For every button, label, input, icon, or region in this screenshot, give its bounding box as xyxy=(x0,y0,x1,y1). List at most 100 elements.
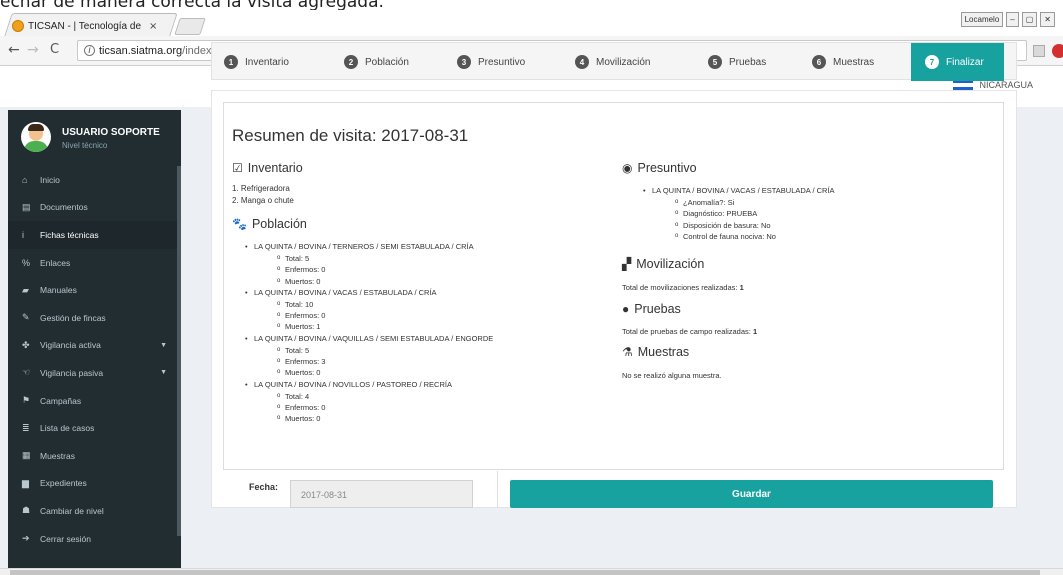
info-icon: i xyxy=(22,229,24,240)
sidebar-item-fichas-técnicas[interactable]: i Fichas técnicas xyxy=(8,221,181,249)
presuntivo-heading: ◉ Presuntivo xyxy=(622,161,697,175)
sidebar-item-label: Cambiar de nivel xyxy=(40,505,104,516)
sidebar-item-cerrar-sesión[interactable]: ➔ Cerrar sesión xyxy=(8,525,181,553)
tab-poblaci-n[interactable]: 2 Población xyxy=(344,43,409,81)
sidebar-item-vigilancia-pasiva[interactable]: ☜ Vigilancia pasiva ▼ xyxy=(8,359,181,387)
horizontal-scrollbar[interactable] xyxy=(0,568,1063,575)
tab-inventario[interactable]: 1 Inventario xyxy=(224,43,289,81)
step-label: Finalizar xyxy=(946,56,984,68)
user-name: USUARIO SOPORTE xyxy=(62,127,160,138)
sidebar-item-label: Vigilancia activa xyxy=(40,340,101,351)
sidebar-item-cambiar-de-nivel[interactable]: ☗ Cambiar de nivel xyxy=(8,497,181,525)
pruebas-title: Pruebas xyxy=(634,302,681,316)
inventario-heading: ☑ Inventario xyxy=(232,161,303,175)
fecha-label: Fecha: xyxy=(249,482,279,492)
page-title: Resumen de visita: 2017-08-31 xyxy=(232,126,469,145)
extension-icon[interactable] xyxy=(1033,45,1045,57)
list-item: LA QUINTA / BOVINA / NOVILLOS / PASTOREO… xyxy=(245,379,493,391)
list-item: Muertos: 0 xyxy=(254,276,493,288)
sidebar-scrollbar[interactable] xyxy=(177,166,181,536)
close-window-button[interactable]: ✕ xyxy=(1040,12,1055,27)
link-icon: % xyxy=(22,257,31,268)
population-group: LA QUINTA / BOVINA / NOVILLOS / PASTOREO… xyxy=(245,379,493,425)
close-icon[interactable]: × xyxy=(149,21,157,32)
presuntivo-title: Presuntivo xyxy=(637,161,697,175)
list-item: Enfermos: 0 xyxy=(254,310,493,322)
url-host: ticsan.siatma.org xyxy=(99,44,183,57)
tab-movilizaci-n[interactable]: 4 Movilización xyxy=(575,43,650,81)
movilizacion-count: 1 xyxy=(739,283,744,292)
user-role: Nivel técnico xyxy=(62,141,108,150)
extension-icon[interactable] xyxy=(1052,44,1063,58)
sidebar-menu: ⌂ Inicio ▤ Documentos i Fichas técnicas% Enlac… xyxy=(8,166,181,552)
muestras-heading: ⚗ Muestras xyxy=(622,345,689,359)
list-item: 2. Manga o chute xyxy=(232,196,294,205)
movilizacion-text: Total de movilizaciones realizadas: 1 xyxy=(622,283,744,292)
sidebar-item-label: Documentos xyxy=(40,202,88,213)
info-icon[interactable]: i xyxy=(84,45,95,56)
window-controls: Locamelo – ▢ ✕ xyxy=(960,12,1055,27)
sidebar-item-inicio[interactable]: ⌂ Inicio xyxy=(8,166,181,194)
window-user-label: Locamelo xyxy=(960,12,1004,27)
sidebar-item-vigilancia-activa[interactable]: ✤ Vigilancia activa ▼ xyxy=(8,332,181,360)
hand-icon: ☜ xyxy=(22,367,31,378)
sidebar-item-expedientes[interactable]: ▆ Expedientes xyxy=(8,470,181,498)
sidebar-item-gestión-de-fincas[interactable]: ✎ Gestión de fincas xyxy=(8,304,181,332)
caret-down-icon: ▼ xyxy=(160,341,167,349)
sidebar-item-label: Cerrar sesión xyxy=(40,533,92,544)
pruebas-count: 1 xyxy=(752,327,758,336)
browser-tabstrip: TICSAN - | Tecnología de × Locamelo – ▢ … xyxy=(0,10,1063,36)
flask-icon: ⚗ xyxy=(622,345,633,359)
step-label: Población xyxy=(365,56,409,68)
sidebar-item-enlaces[interactable]: % Enlaces xyxy=(8,249,181,277)
fecha-field[interactable]: 2017-08-31 xyxy=(290,480,473,508)
muestras-text: No se realizó alguna muestra. xyxy=(622,371,722,380)
sidebar-item-muestras[interactable]: ▦ Muestras xyxy=(8,442,181,470)
list-item: Disposición de basura: No xyxy=(652,220,835,232)
favicon-icon xyxy=(12,20,24,32)
new-tab-button[interactable] xyxy=(174,18,206,35)
country-label: NICARAGUA xyxy=(979,80,1033,90)
flag-icon: ⚑ xyxy=(22,395,31,406)
list-item: LA QUINTA / BOVINA / VACAS / ESTABULADA … xyxy=(245,287,493,299)
list-item: Total: 10 xyxy=(254,299,493,311)
step-number: 7 xyxy=(925,55,939,69)
maximize-button[interactable]: ▢ xyxy=(1021,12,1038,27)
reload-icon[interactable]: C xyxy=(50,42,59,57)
step-label: Presuntivo xyxy=(478,56,526,68)
population-group: LA QUINTA / BOVINA / TERNEROS / SEMI EST… xyxy=(245,241,493,288)
poblacion-heading: 🐾 Población xyxy=(232,217,307,231)
sidebar-item-campañas[interactable]: ⚑ Campañas xyxy=(8,387,181,415)
caret-down-icon: ▼ xyxy=(160,369,167,377)
step-label: Muestras xyxy=(833,56,875,68)
presuntivo-list: LA QUINTA / BOVINA / VACAS / ESTABULADA … xyxy=(643,185,835,242)
browser-tab-content[interactable]: TICSAN - | Tecnología de × xyxy=(12,16,157,36)
document-icon: ▤ xyxy=(22,201,31,212)
minimize-button[interactable]: – xyxy=(1006,12,1019,27)
drop-icon: ● xyxy=(622,302,630,316)
sidebar-item-label: Muestras xyxy=(40,450,75,461)
sidebar-item-documentos[interactable]: ▤ Documentos xyxy=(8,194,181,222)
home-icon: ⌂ xyxy=(22,174,28,185)
sidebar-item-label: Campañas xyxy=(40,395,82,406)
scrollbar-thumb[interactable] xyxy=(10,570,1040,575)
tab-pruebas[interactable]: 5 Pruebas xyxy=(708,43,766,81)
poblacion-title: Población xyxy=(251,217,307,231)
step-number: 5 xyxy=(708,55,722,69)
tab-presuntivo[interactable]: 3 Presuntivo xyxy=(457,43,525,81)
list-item: 1. Refrigeradora xyxy=(232,184,290,193)
forward-icon[interactable]: → xyxy=(27,42,39,58)
truck-icon: ▞ xyxy=(622,257,632,271)
sidebar-item-label: Manuales xyxy=(40,285,77,296)
list-item: Muertos: 0 xyxy=(254,367,493,379)
sidebar-item-manuales[interactable]: ▰ Manuales xyxy=(8,276,181,304)
list-item: LA QUINTA / BOVINA / VAQUILLAS / SEMI ES… xyxy=(245,333,493,345)
list-item: LA QUINTA / BOVINA / VACAS / ESTABULADA … xyxy=(643,185,835,197)
users-icon: ☗ xyxy=(22,505,31,516)
back-icon[interactable]: ← xyxy=(8,42,20,58)
sidebar-item-lista-de-casos[interactable]: ≣ Lista de casos xyxy=(8,414,181,442)
divider xyxy=(497,471,498,508)
save-button[interactable]: Guardar xyxy=(510,480,993,508)
tab-finalizar[interactable]: 7 Finalizar xyxy=(911,43,1004,81)
tab-muestras[interactable]: 6 Muestras xyxy=(812,43,874,81)
